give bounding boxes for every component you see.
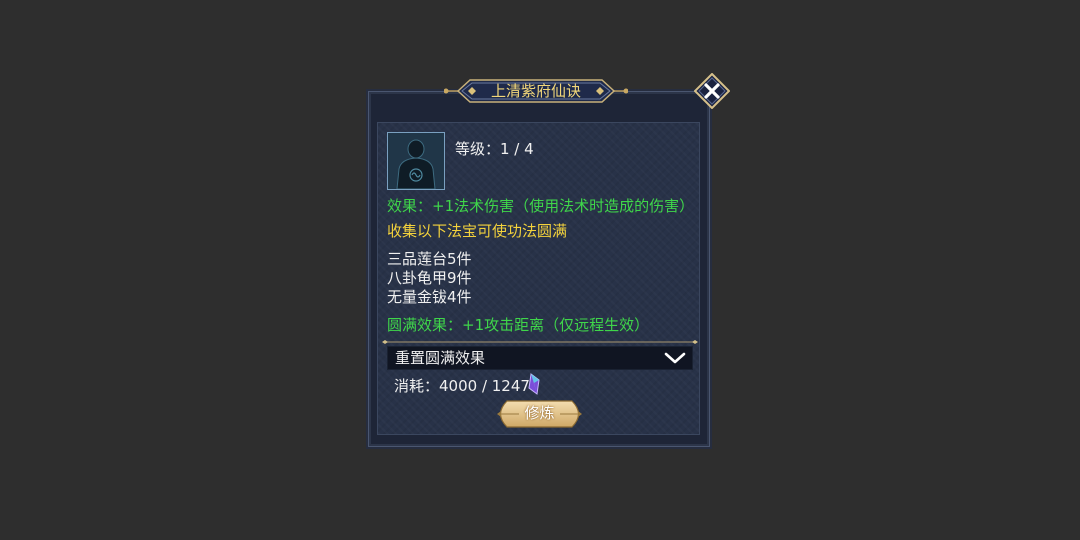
perfect-effect-description: 圆满效果：+1攻击距离（仅远程生效） [387,316,650,334]
level-label: 等级：1 / 4 [455,140,534,158]
chevron-down-icon [664,352,686,364]
silhouette-portrait-icon [388,133,444,190]
cost-label: 消耗：4000 / 1247 [394,377,530,395]
reset-effect-dropdown[interactable]: 重置圆满效果 [387,346,693,370]
section-divider [382,340,698,344]
train-button[interactable]: 修炼 [493,400,586,428]
dialog-title: 上清紫府仙诀 [490,82,581,100]
treasure-item: 八卦龟甲9件 [387,269,472,287]
skill-portrait [387,132,445,190]
purple-crystal-icon [528,373,540,395]
title-plate: 上清紫府仙诀 [444,78,628,104]
close-button[interactable] [693,72,731,110]
close-x-icon [693,72,731,110]
collect-notice: 收集以下法宝可使功法圆满 [387,222,568,240]
train-button-label: 修炼 [524,404,555,422]
treasure-item: 三品莲台5件 [387,250,472,268]
treasure-item: 无量金钹4件 [387,288,472,306]
dropdown-label: 重置圆满效果 [395,349,486,367]
effect-description: 效果：+1法术伤害（使用法术时造成的伤害） [387,197,695,215]
